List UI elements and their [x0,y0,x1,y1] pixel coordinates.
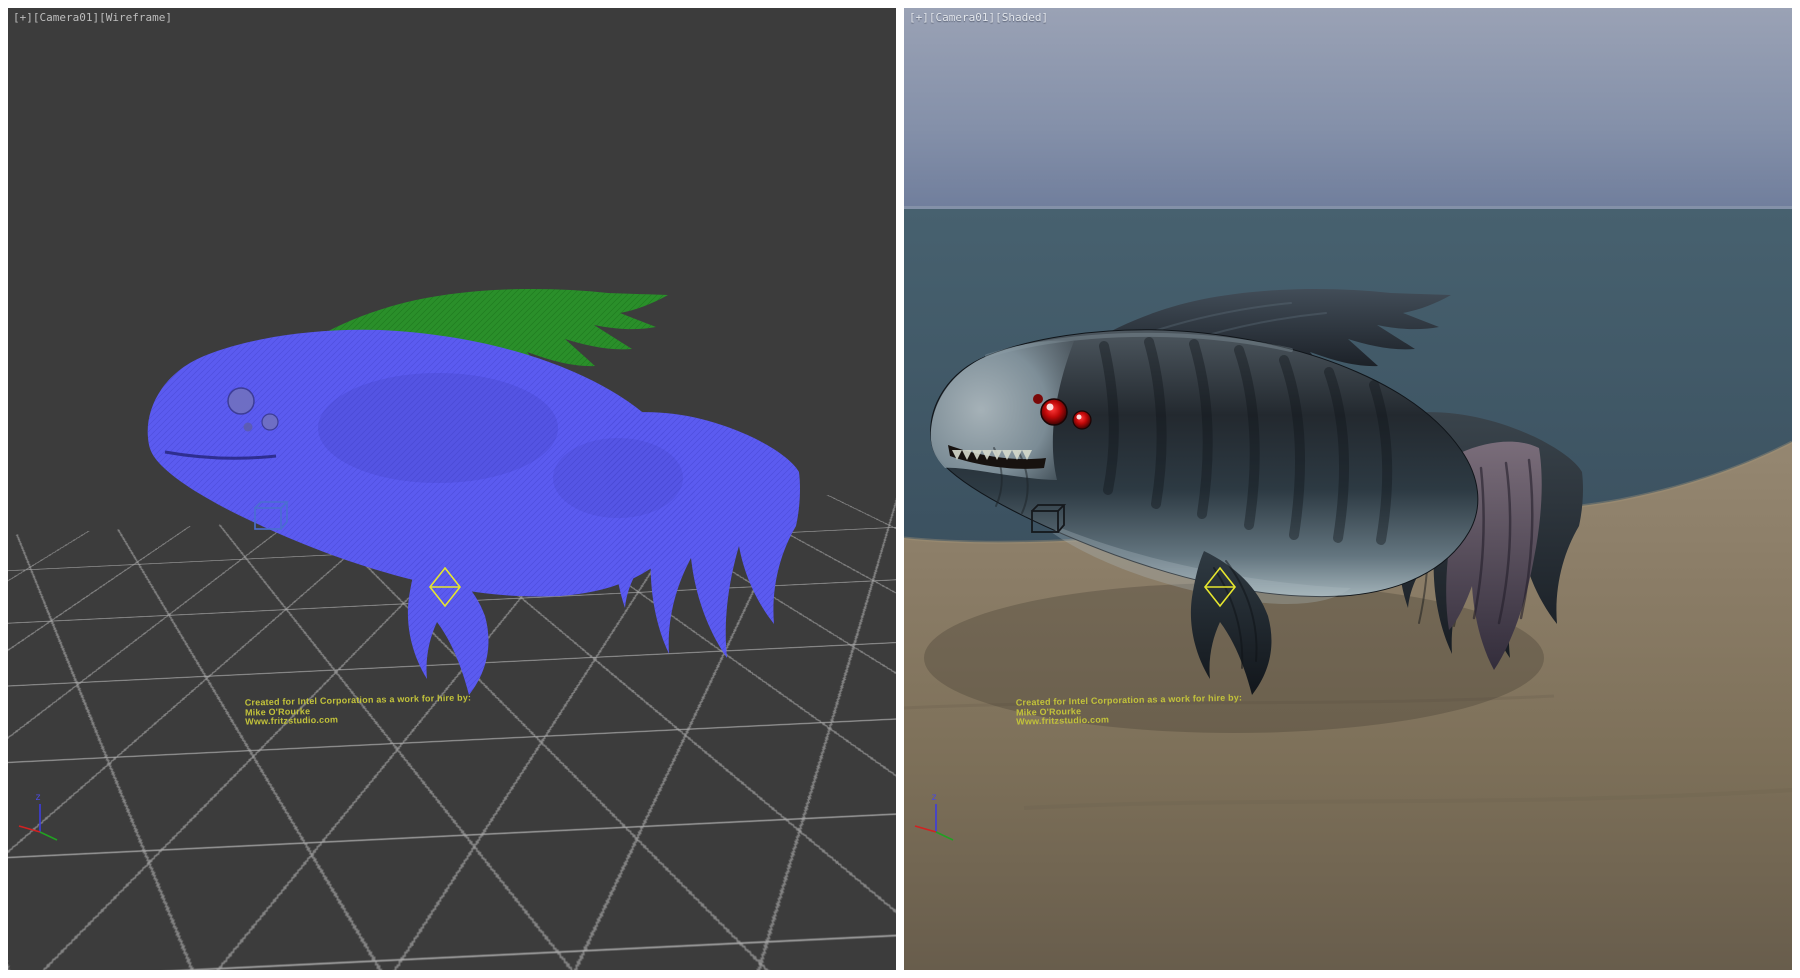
body-shading [318,373,558,483]
viewport-menu-pos[interactable]: [+] [909,11,929,24]
dual-viewport-canvas: Created for Intel Corporation as a work … [0,0,1800,978]
viewport-menu-shading[interactable]: [Wireframe] [99,11,172,24]
axis-x-line [19,826,40,832]
axis-y-line [936,832,953,840]
eye-red-small [1073,411,1091,429]
viewport-menu-camera[interactable]: [Camera01] [33,11,99,24]
eye-left-large [228,388,254,414]
world-axis-tripod: z [910,788,962,846]
viewport-wireframe[interactable]: Created for Intel Corporation as a work … [8,8,896,970]
wireframe-scene[interactable] [8,8,896,970]
viewport-label-shaded: [+][Camera01][Shaded] [909,11,1048,24]
viewport-menu-camera[interactable]: [Camera01] [929,11,995,24]
shaded-scene[interactable] [904,8,1792,970]
eye-left-dot [244,423,253,432]
eye-highlight-large [1047,404,1054,411]
eye-red-dot [1033,394,1043,404]
eye-highlight-small [1077,415,1082,420]
world-axis-tripod: z [14,788,66,846]
eye-red-large [1041,399,1067,425]
axis-z-label: z [931,792,937,803]
axis-y-line [40,832,57,840]
fish-model-wireframe[interactable] [148,289,800,695]
tail-shading [553,438,683,518]
viewport-menu-pos[interactable]: [+] [13,11,33,24]
viewport-menu-shading[interactable]: [Shaded] [995,11,1048,24]
viewport-label-wireframe: [+][Camera01][Wireframe] [13,11,172,24]
credit-text: Created for Intel Corporation as a work … [1016,693,1243,727]
eye-left-small [262,414,278,430]
sky [904,8,1792,209]
credit-text: Created for Intel Corporation as a work … [245,693,472,727]
axis-z-label: z [35,792,41,803]
axis-x-line [915,826,936,832]
viewport-shaded[interactable]: Created for Intel Corporation as a work … [904,8,1792,970]
